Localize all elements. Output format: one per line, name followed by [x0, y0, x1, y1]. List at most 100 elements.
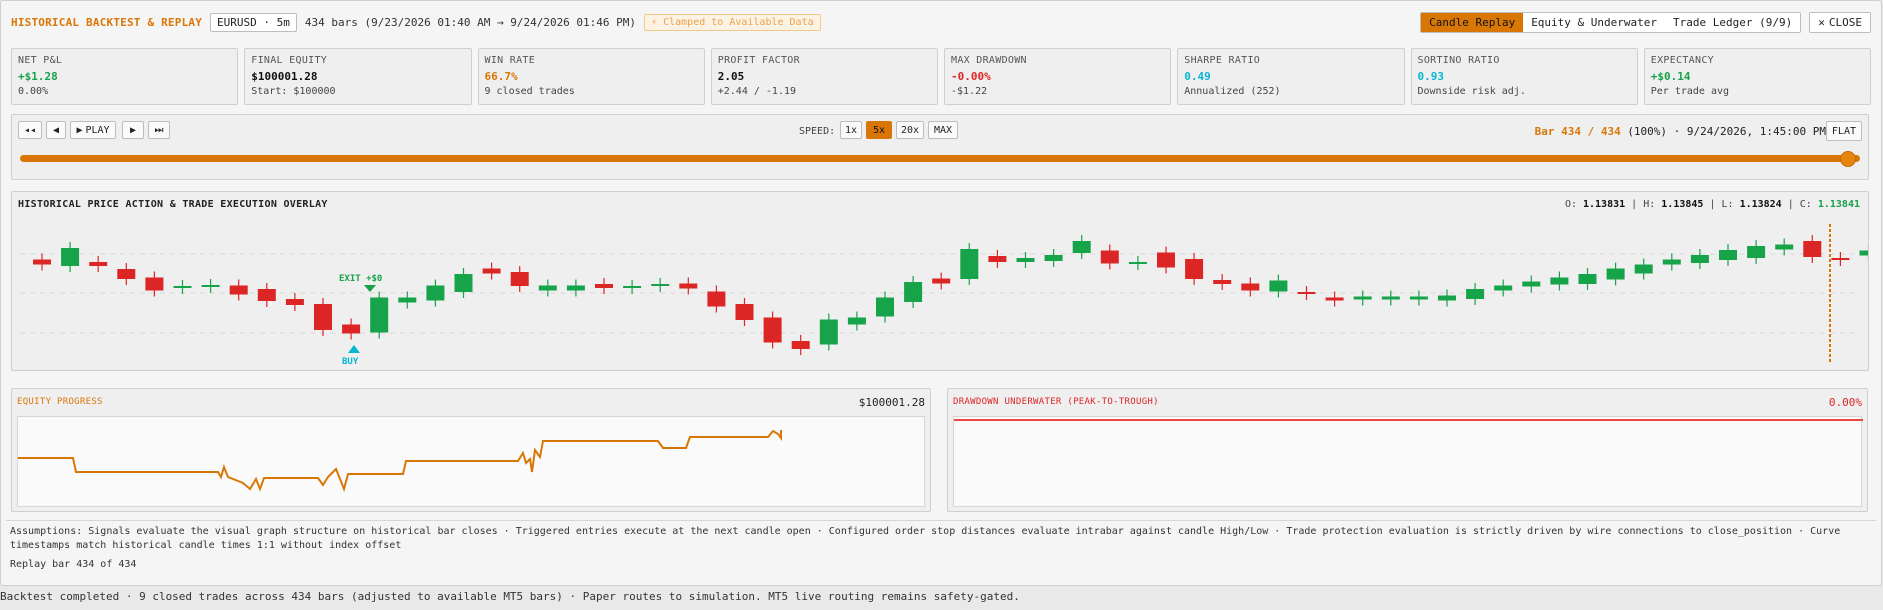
candle-body: [1128, 262, 1147, 264]
candle-body: [1044, 255, 1063, 261]
exit-marker-icon: [364, 285, 376, 292]
candle-body: [145, 277, 164, 291]
metric-label: MAX DRAWDOWN: [951, 55, 1027, 66]
play-icon: ▶: [76, 124, 83, 136]
candle-body: [1831, 258, 1850, 260]
buy-marker-icon: [348, 345, 360, 353]
tab-trade-ledger[interactable]: Trade Ledger (9/9): [1665, 13, 1800, 32]
drawdown-value: 0.00%: [1828, 396, 1862, 409]
equity-panel: EQUITY PROGRESS $100001.28: [11, 388, 931, 512]
skip-to-start-button[interactable]: ◂◂: [18, 121, 42, 139]
drawdown-panel: DRAWDOWN UNDERWATER (PEAK-TO-TROUGH) 0.0…: [947, 388, 1868, 512]
candle-body: [1747, 246, 1766, 258]
metric-label: SORTINO RATIO: [1417, 55, 1500, 66]
price-chart-title: HISTORICAL PRICE ACTION & TRADE EXECUTIO…: [18, 199, 328, 210]
skip-to-end-button[interactable]: ⏭: [148, 121, 170, 139]
equity-chart-area: [17, 416, 925, 507]
candle-body: [960, 249, 979, 279]
metric-sub: 0.00%: [18, 86, 49, 97]
equity-chart: [18, 429, 782, 493]
metric-value: -0.00%: [951, 70, 991, 83]
speed-20x-button[interactable]: 20x: [896, 121, 924, 139]
step-back-button[interactable]: ◀: [46, 121, 66, 139]
metric-label: WIN RATE: [484, 55, 536, 66]
bar-status: Bar 434 / 434 (100%) · 9/24/2026, 1:45:0…: [1535, 125, 1826, 138]
replay-slider-track[interactable]: [20, 155, 1860, 162]
buy-marker-label: BUY: [342, 357, 359, 367]
speed-max-button[interactable]: MAX: [928, 121, 958, 139]
candle-body: [173, 286, 192, 288]
candle-body: [1185, 259, 1204, 279]
metric-sub: +2.44 / -1.19: [717, 86, 797, 97]
metric-sub: -$1.22: [951, 86, 988, 97]
speed-1x-button[interactable]: 1x: [840, 121, 862, 139]
candle-body: [1550, 277, 1569, 285]
clamp-badge-label: Clamped to Available Data: [663, 16, 814, 28]
equity-curve: [18, 429, 782, 493]
clamp-badge: ⚡ Clamped to Available Data: [644, 13, 821, 31]
candle-body: [876, 297, 894, 317]
ohlc-open: 1.13831: [1583, 199, 1626, 210]
divider: [6, 520, 1876, 521]
metric-value: 66.7%: [484, 70, 518, 83]
assumptions-text: Assumptions: Signals evaluate the visual…: [10, 526, 1841, 551]
metric-value: 2.05: [717, 70, 745, 83]
candle-body: [370, 297, 389, 333]
candle-body: [1409, 296, 1428, 300]
candle-body: [482, 268, 501, 274]
step-back-icon: ◀: [52, 124, 60, 136]
candle-body: [314, 304, 332, 330]
candle-body: [538, 285, 557, 291]
candle-body: [1494, 285, 1513, 291]
step-forward-button[interactable]: ▶: [122, 121, 144, 139]
candle-body: [1578, 274, 1597, 284]
candle-body: [1072, 241, 1091, 253]
candle-body: [1634, 264, 1653, 274]
metric-sub: Start: $100000: [251, 86, 336, 97]
speed-label: SPEED:: [799, 126, 836, 137]
metric-sub: Per trade avg: [1650, 86, 1730, 97]
candle-body: [763, 317, 782, 343]
candle-body: [707, 291, 726, 307]
status-bar: Backtest completed · 9 closed trades acr…: [0, 590, 1020, 603]
view-tabs: Candle Replay Equity & Underwater Trade …: [1420, 11, 1802, 33]
candle-body: [566, 285, 585, 291]
header-actions: Candle Replay Equity & Underwater Trade …: [1420, 11, 1871, 33]
candle-body: [932, 278, 951, 284]
play-button[interactable]: ▶ PLAY: [70, 121, 116, 139]
candle-body: [623, 286, 642, 288]
candle-body: [1719, 250, 1737, 260]
candle-body: [595, 284, 613, 288]
candle-body: [735, 304, 754, 320]
candle-body: [342, 324, 361, 334]
symbol-chip: EURUSD · 5m: [210, 12, 297, 32]
rewind-icon: ◂◂: [23, 124, 37, 136]
candle-body: [1100, 250, 1119, 264]
replay-controls: ◂◂ ◀ ▶ PLAY ▶ ⏭ SPEED: 1x 5x 20x MAX Bar …: [11, 114, 1869, 180]
ohlc-high: 1.13845: [1661, 199, 1704, 210]
candle-body: [117, 269, 136, 279]
step-forward-icon: ▶: [129, 124, 137, 136]
bar-position: Bar 434 / 434: [1534, 125, 1621, 138]
position-flat-badge: FLAT: [1825, 121, 1862, 141]
candle-body: [1438, 295, 1456, 301]
metrics-row: NET P&L +$1.28 0.00% FINAL EQUITY $100001.28…: [11, 48, 1871, 105]
close-button[interactable]: ✕ CLOSE: [1809, 11, 1871, 33]
candle-body: [1803, 241, 1822, 257]
candle-body: [1606, 268, 1625, 280]
metric-value: 0.49: [1184, 70, 1211, 83]
tab-candle-replay[interactable]: Candle Replay: [1421, 12, 1524, 32]
metric-card: SHARPE RATIO 0.49 Annualized (252): [1177, 48, 1405, 105]
candle-body: [285, 299, 304, 305]
candle-body: [257, 289, 276, 301]
replay-note: Replay bar 434 of 434: [10, 559, 137, 570]
metric-label: PROFIT FACTOR: [717, 55, 800, 66]
speed-5x-button[interactable]: 5x: [866, 121, 892, 139]
drawdown-title: DRAWDOWN UNDERWATER (PEAK-TO-TROUGH): [953, 397, 1159, 407]
tab-equity-underwater[interactable]: Equity & Underwater: [1523, 13, 1665, 32]
replay-slider-thumb[interactable]: [1840, 151, 1856, 167]
panel-title: HISTORICAL BACKTEST & REPLAY: [11, 15, 203, 29]
price-chart: EXIT +$0 BUY: [20, 224, 1868, 367]
metric-label: NET P&L: [18, 55, 63, 66]
metric-card: PROFIT FACTOR 2.05 +2.44 / -1.19: [710, 48, 938, 105]
